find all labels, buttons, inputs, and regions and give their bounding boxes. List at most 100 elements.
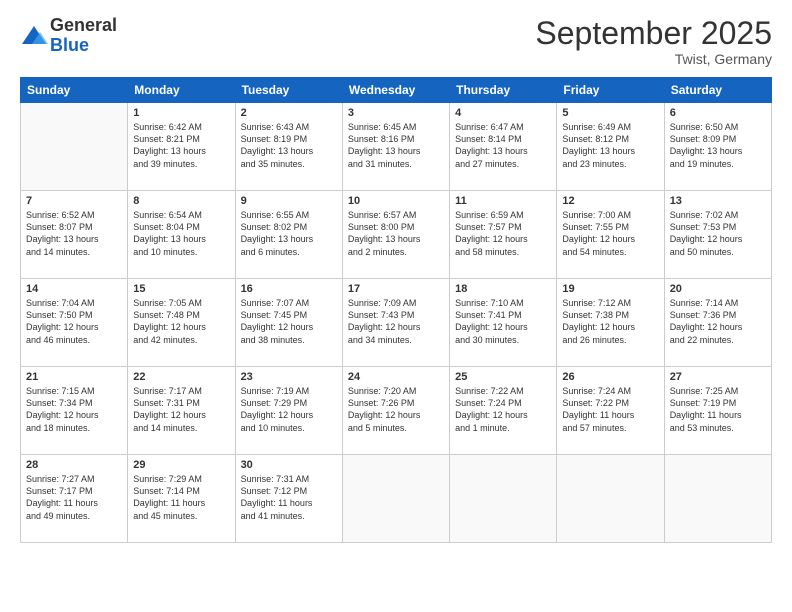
cell-content: Sunrise: 6:55 AM Sunset: 8:02 PM Dayligh…	[241, 209, 337, 258]
cell-content: Sunrise: 7:19 AM Sunset: 7:29 PM Dayligh…	[241, 385, 337, 434]
calendar-cell: 2 Sunrise: 6:43 AM Sunset: 8:19 PM Daylig…	[235, 103, 342, 191]
day-number: 21	[26, 371, 122, 383]
calendar-cell: 23 Sunrise: 7:19 AM Sunset: 7:29 PM Dayli…	[235, 367, 342, 455]
calendar-week-0: 1 Sunrise: 6:42 AM Sunset: 8:21 PM Daylig…	[21, 103, 772, 191]
calendar-cell: 26 Sunrise: 7:24 AM Sunset: 7:22 PM Dayli…	[557, 367, 664, 455]
day-number: 16	[241, 283, 337, 295]
header-thursday: Thursday	[450, 78, 557, 103]
cell-content: Sunrise: 6:47 AM Sunset: 8:14 PM Dayligh…	[455, 121, 551, 170]
page: General Blue September 2025 Twist, Germa…	[0, 0, 792, 612]
day-number: 28	[26, 459, 122, 471]
calendar-week-4: 28 Sunrise: 7:27 AM Sunset: 7:17 PM Dayli…	[21, 455, 772, 543]
calendar-cell: 16Sunrise: 7:07 AM Sunset: 7:45 PM Dayli…	[235, 279, 342, 367]
day-number: 14	[26, 283, 122, 295]
day-number: 26	[562, 371, 658, 383]
subtitle: Twist, Germany	[535, 51, 772, 67]
calendar-cell: 27 Sunrise: 7:25 AM Sunset: 7:19 PM Dayli…	[664, 367, 771, 455]
calendar-cell: 19 Sunrise: 7:12 AM Sunset: 7:38 PM Dayli…	[557, 279, 664, 367]
cell-content: Sunrise: 7:14 AM Sunset: 7:36 PM Dayligh…	[670, 297, 766, 346]
calendar-cell: 7 Sunrise: 6:52 AM Sunset: 8:07 PM Daylig…	[21, 191, 128, 279]
day-number: 12	[562, 195, 658, 207]
calendar-cell: 30Sunrise: 7:31 AM Sunset: 7:12 PM Dayli…	[235, 455, 342, 543]
cell-content: Sunrise: 7:05 AM Sunset: 7:48 PM Dayligh…	[133, 297, 229, 346]
cell-content: Sunrise: 7:12 AM Sunset: 7:38 PM Dayligh…	[562, 297, 658, 346]
cell-content: Sunrise: 7:09 AM Sunset: 7:43 PM Dayligh…	[348, 297, 444, 346]
day-number: 17	[348, 283, 444, 295]
month-title: September 2025	[535, 16, 772, 51]
calendar-header-row: SundayMondayTuesdayWednesdayThursdayFrid…	[21, 78, 772, 103]
day-number: 9	[241, 195, 337, 207]
header-wednesday: Wednesday	[342, 78, 449, 103]
day-number: 5	[562, 107, 658, 119]
header-friday: Friday	[557, 78, 664, 103]
calendar-cell	[21, 103, 128, 191]
logo-text: General Blue	[50, 16, 117, 56]
logo-general: General	[50, 16, 117, 36]
calendar-week-2: 14Sunrise: 7:04 AM Sunset: 7:50 PM Dayli…	[21, 279, 772, 367]
calendar-cell: 3Sunrise: 6:45 AM Sunset: 8:16 PM Daylig…	[342, 103, 449, 191]
calendar-cell	[450, 455, 557, 543]
header-tuesday: Tuesday	[235, 78, 342, 103]
cell-content: Sunrise: 6:42 AM Sunset: 8:21 PM Dayligh…	[133, 121, 229, 170]
logo: General Blue	[20, 16, 117, 56]
day-number: 25	[455, 371, 551, 383]
calendar-cell: 15 Sunrise: 7:05 AM Sunset: 7:48 PM Dayli…	[128, 279, 235, 367]
calendar-cell: 10 Sunrise: 6:57 AM Sunset: 8:00 PM Dayli…	[342, 191, 449, 279]
calendar-cell: 8Sunrise: 6:54 AM Sunset: 8:04 PM Daylig…	[128, 191, 235, 279]
cell-content: Sunrise: 6:57 AM Sunset: 8:00 PM Dayligh…	[348, 209, 444, 258]
calendar-cell: 13Sunrise: 7:02 AM Sunset: 7:53 PM Dayli…	[664, 191, 771, 279]
cell-content: Sunrise: 6:50 AM Sunset: 8:09 PM Dayligh…	[670, 121, 766, 170]
cell-content: Sunrise: 7:22 AM Sunset: 7:24 PM Dayligh…	[455, 385, 551, 434]
calendar-cell: 24 Sunrise: 7:20 AM Sunset: 7:26 PM Dayli…	[342, 367, 449, 455]
calendar-week-1: 7 Sunrise: 6:52 AM Sunset: 8:07 PM Daylig…	[21, 191, 772, 279]
calendar-cell: 17 Sunrise: 7:09 AM Sunset: 7:43 PM Dayli…	[342, 279, 449, 367]
calendar-cell: 12Sunrise: 7:00 AM Sunset: 7:55 PM Dayli…	[557, 191, 664, 279]
cell-content: Sunrise: 7:15 AM Sunset: 7:34 PM Dayligh…	[26, 385, 122, 434]
day-number: 7	[26, 195, 122, 207]
title-area: September 2025 Twist, Germany	[535, 16, 772, 67]
calendar-cell	[557, 455, 664, 543]
day-number: 23	[241, 371, 337, 383]
day-number: 3	[348, 107, 444, 119]
day-number: 29	[133, 459, 229, 471]
calendar-cell	[342, 455, 449, 543]
cell-content: Sunrise: 7:20 AM Sunset: 7:26 PM Dayligh…	[348, 385, 444, 434]
day-number: 2	[241, 107, 337, 119]
header-saturday: Saturday	[664, 78, 771, 103]
calendar-cell: 4Sunrise: 6:47 AM Sunset: 8:14 PM Daylig…	[450, 103, 557, 191]
cell-content: Sunrise: 6:52 AM Sunset: 8:07 PM Dayligh…	[26, 209, 122, 258]
day-number: 11	[455, 195, 551, 207]
day-number: 19	[562, 283, 658, 295]
day-number: 22	[133, 371, 229, 383]
calendar-cell	[664, 455, 771, 543]
calendar-cell: 14Sunrise: 7:04 AM Sunset: 7:50 PM Dayli…	[21, 279, 128, 367]
calendar-cell: 21 Sunrise: 7:15 AM Sunset: 7:34 PM Dayli…	[21, 367, 128, 455]
calendar-cell: 5 Sunrise: 6:49 AM Sunset: 8:12 PM Daylig…	[557, 103, 664, 191]
day-number: 15	[133, 283, 229, 295]
cell-content: Sunrise: 6:43 AM Sunset: 8:19 PM Dayligh…	[241, 121, 337, 170]
cell-content: Sunrise: 7:27 AM Sunset: 7:17 PM Dayligh…	[26, 473, 122, 522]
calendar-cell: 18Sunrise: 7:10 AM Sunset: 7:41 PM Dayli…	[450, 279, 557, 367]
calendar-cell: 25 Sunrise: 7:22 AM Sunset: 7:24 PM Dayli…	[450, 367, 557, 455]
day-number: 27	[670, 371, 766, 383]
calendar-cell: 22 Sunrise: 7:17 AM Sunset: 7:31 PM Dayli…	[128, 367, 235, 455]
cell-content: Sunrise: 7:25 AM Sunset: 7:19 PM Dayligh…	[670, 385, 766, 434]
day-number: 20	[670, 283, 766, 295]
cell-content: Sunrise: 7:29 AM Sunset: 7:14 PM Dayligh…	[133, 473, 229, 522]
calendar-table: SundayMondayTuesdayWednesdayThursdayFrid…	[20, 77, 772, 543]
cell-content: Sunrise: 6:54 AM Sunset: 8:04 PM Dayligh…	[133, 209, 229, 258]
day-number: 13	[670, 195, 766, 207]
day-number: 6	[670, 107, 766, 119]
logo-icon	[20, 22, 48, 50]
cell-content: Sunrise: 7:17 AM Sunset: 7:31 PM Dayligh…	[133, 385, 229, 434]
day-number: 10	[348, 195, 444, 207]
cell-content: Sunrise: 7:24 AM Sunset: 7:22 PM Dayligh…	[562, 385, 658, 434]
cell-content: Sunrise: 6:49 AM Sunset: 8:12 PM Dayligh…	[562, 121, 658, 170]
day-number: 1	[133, 107, 229, 119]
logo-blue: Blue	[50, 36, 117, 56]
calendar-cell: 20 Sunrise: 7:14 AM Sunset: 7:36 PM Dayli…	[664, 279, 771, 367]
header-sunday: Sunday	[21, 78, 128, 103]
header: General Blue September 2025 Twist, Germa…	[20, 16, 772, 67]
day-number: 24	[348, 371, 444, 383]
cell-content: Sunrise: 7:10 AM Sunset: 7:41 PM Dayligh…	[455, 297, 551, 346]
